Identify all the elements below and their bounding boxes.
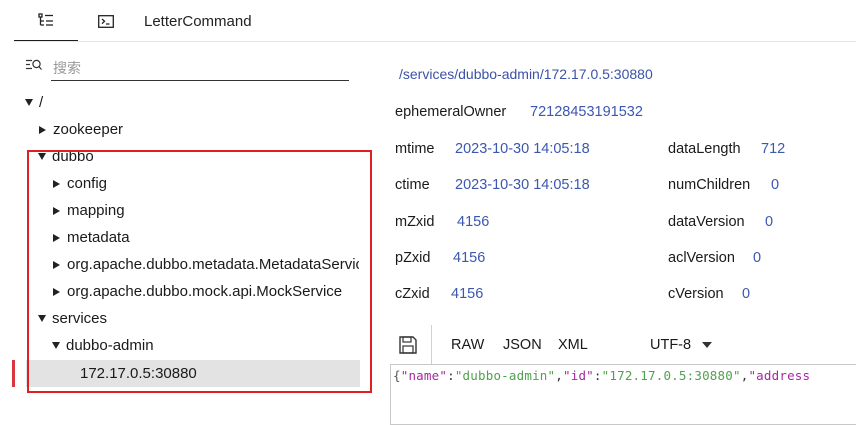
tree-node-label: metadata (67, 229, 130, 246)
tree-node-label: zookeeper (53, 121, 124, 138)
format-json-button[interactable]: JSON (503, 337, 542, 353)
mtime-label: mtime (395, 141, 435, 157)
tab-tree[interactable] (14, 0, 78, 42)
json-colon: : (593, 368, 602, 383)
caret-down-icon[interactable] (38, 315, 46, 322)
mzxid-label: mZxid (395, 214, 435, 230)
acl-version-label: aclVersion (668, 250, 735, 266)
tree-node-label: / (39, 94, 44, 111)
toolbar-divider (431, 325, 432, 365)
caret-right-icon[interactable] (53, 179, 60, 188)
caret-right-icon[interactable] (53, 260, 60, 269)
ctime-value: 2023-10-30 14:05:18 (455, 177, 590, 193)
data-length-value: 712 (761, 141, 786, 157)
tree-node-selected[interactable]: 172.17.0.5:30880 (80, 360, 197, 387)
tree-node-mock-service[interactable]: org.apache.dubbo.mock.api.MockService (52, 278, 342, 305)
num-children-label: numChildren (668, 177, 751, 193)
json-string: "dubbo-admin" (454, 368, 556, 383)
caret-down-icon[interactable] (702, 342, 712, 348)
tab-terminal[interactable] (78, 0, 134, 42)
json-comma: , (555, 368, 563, 383)
tree-selected-marker (12, 360, 15, 387)
tree-node-dubbo[interactable]: dubbo (38, 143, 94, 170)
tree-node-services[interactable]: services (38, 305, 107, 332)
tree-node-label: 172.17.0.5:30880 (80, 365, 197, 382)
tree-node-mapping[interactable]: mapping (52, 197, 125, 224)
pzxid-label: pZxid (395, 250, 431, 266)
data-editor[interactable]: {"name":"dubbo-admin","id":"172.17.0.5:3… (390, 364, 856, 425)
czxid-value: 4156 (451, 286, 484, 302)
caret-right-icon[interactable] (53, 233, 60, 242)
json-key: "name" (400, 368, 448, 383)
tree-node-label: mapping (67, 202, 125, 219)
c-version-value: 0 (742, 286, 751, 302)
caret-down-icon[interactable] (52, 342, 60, 349)
data-version-value: 0 (765, 214, 774, 230)
tree-node-label: config (67, 175, 108, 192)
tree-node-label: dubbo (52, 148, 94, 165)
search-input[interactable] (51, 56, 349, 81)
save-icon[interactable] (398, 335, 418, 355)
tree-node-label: org.apache.dubbo.metadata.MetadataServic… (67, 256, 359, 273)
json-key: "address (748, 368, 811, 383)
search-filter-icon (26, 59, 42, 74)
tree-node-label: services (52, 310, 108, 327)
encoding-select[interactable]: UTF-8 (650, 337, 691, 353)
c-version-label: cVersion (668, 286, 724, 302)
json-brace: { (393, 368, 401, 383)
caret-right-icon[interactable] (39, 125, 46, 134)
caret-right-icon[interactable] (53, 206, 60, 215)
json-key: "id" (563, 368, 594, 383)
tree-list-icon (38, 13, 53, 26)
tab-letter-command[interactable]: LetterCommand (144, 0, 252, 42)
tab-bar-divider (14, 41, 856, 42)
caret-down-icon[interactable] (38, 153, 46, 160)
caret-right-icon[interactable] (53, 287, 60, 296)
tree-node-dubbo-admin[interactable]: dubbo-admin (52, 332, 154, 359)
num-children-value: 0 (771, 177, 780, 193)
tree-node-root[interactable]: / (25, 89, 43, 116)
format-xml-button[interactable]: XML (558, 337, 588, 353)
tree-node-zookeeper[interactable]: zookeeper (38, 116, 123, 143)
ctime-label: ctime (395, 177, 430, 193)
node-path: /services/dubbo-admin/172.17.0.5:30880 (399, 66, 653, 82)
caret-down-icon[interactable] (25, 99, 33, 106)
json-string: "172.17.0.5:30880" (601, 368, 741, 383)
ephemeral-owner-value: 72128453191532 (530, 104, 643, 120)
tree-node-label: org.apache.dubbo.mock.api.MockService (67, 283, 343, 300)
json-colon: : (447, 368, 455, 383)
terminal-icon (98, 14, 114, 28)
tree-node-config[interactable]: config (52, 170, 107, 197)
editor-code-line: {"name":"dubbo-admin","id":"172.17.0.5:3… (393, 368, 810, 383)
format-raw-button[interactable]: RAW (451, 337, 484, 353)
data-length-label: dataLength (668, 141, 741, 157)
tree-node-label: dubbo-admin (66, 337, 154, 354)
pzxid-value: 4156 (453, 250, 486, 266)
mzxid-value: 4156 (457, 214, 490, 230)
tree-node-metadata[interactable]: metadata (52, 224, 130, 251)
czxid-label: cZxid (395, 286, 430, 302)
mtime-value: 2023-10-30 14:05:18 (455, 141, 590, 157)
tree-node-metadata-service[interactable]: org.apache.dubbo.metadata.MetadataServic… (52, 251, 359, 278)
ephemeral-owner-label: ephemeralOwner (395, 104, 507, 120)
acl-version-value: 0 (753, 250, 762, 266)
data-version-label: dataVersion (668, 214, 745, 230)
